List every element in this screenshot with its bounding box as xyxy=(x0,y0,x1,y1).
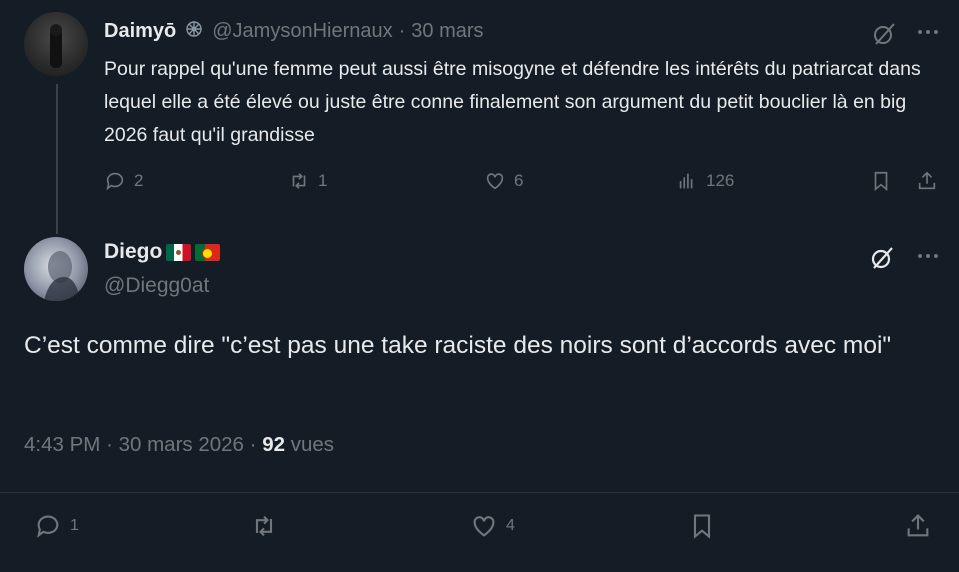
like-button[interactable]: 4 xyxy=(470,512,515,540)
quoted-tweet-text: Pour rappel qu'une femme peut aussi être… xyxy=(104,58,921,146)
author-name[interactable]: Daimyō xyxy=(104,20,176,43)
author-handle[interactable]: @Diegg0at xyxy=(104,274,209,298)
retweet-icon xyxy=(292,173,306,189)
reply-button[interactable]: 2 xyxy=(104,170,143,192)
heart-icon xyxy=(486,173,504,190)
tweet-time[interactable]: 4:43 PM xyxy=(24,433,100,456)
main-author-row: Diego xyxy=(104,240,221,264)
share-button[interactable] xyxy=(904,512,932,540)
reply-icon xyxy=(37,515,59,538)
retweet-button[interactable]: 1 xyxy=(288,170,327,192)
bookmark-icon xyxy=(874,171,888,192)
separator: · xyxy=(249,433,257,456)
badge-icon xyxy=(184,19,204,44)
tweet-metadata: 4:43 PM · 30 mars 2026 · 92 vues xyxy=(24,433,334,457)
tweet-date[interactable]: 30 mars xyxy=(411,20,483,43)
views-count: 126 xyxy=(706,171,735,190)
like-button[interactable]: 6 xyxy=(484,170,523,192)
portugal-flag-icon xyxy=(195,243,221,261)
views-button[interactable]: 126 xyxy=(676,170,734,192)
tweet-thread: Daimyō @JamysonHiernaux · 30 mars Pour r… xyxy=(0,0,959,572)
like-count: 4 xyxy=(506,517,515,534)
bookmark-icon xyxy=(693,514,711,539)
reply-count: 1 xyxy=(70,517,79,534)
quoted-tweet-actions: 2 1 6 126 xyxy=(104,170,944,200)
grok-icon[interactable] xyxy=(870,20,898,53)
share-icon xyxy=(918,171,936,190)
separator: · xyxy=(106,433,113,456)
share-button[interactable] xyxy=(916,170,938,192)
like-count: 6 xyxy=(514,171,524,190)
author-handle[interactable]: @JamysonHiernaux xyxy=(212,20,392,43)
analytics-icon xyxy=(679,173,693,189)
thread-connector-line xyxy=(56,84,58,234)
tweet-date[interactable]: 30 mars 2026 xyxy=(119,433,244,456)
views-label: vues xyxy=(290,433,335,456)
main-tweet-text: C’est comme dire "c’est pas une take rac… xyxy=(24,332,892,359)
separator: · xyxy=(398,20,406,42)
quoted-tweet-header: Daimyō @JamysonHiernaux · 30 mars xyxy=(104,19,484,44)
author-name[interactable]: Diego xyxy=(104,240,162,264)
grok-icon[interactable] xyxy=(868,244,896,277)
bookmark-button[interactable] xyxy=(870,170,892,192)
mexico-flag-icon xyxy=(166,243,192,261)
reply-icon xyxy=(106,172,124,191)
retweet-icon xyxy=(255,515,273,537)
avatar-figure-icon xyxy=(50,24,62,68)
main-tweet-actions: 1 4 xyxy=(0,512,959,552)
share-icon xyxy=(907,514,929,537)
retweet-count: 1 xyxy=(318,171,328,190)
more-options-icon[interactable] xyxy=(914,18,942,51)
divider xyxy=(0,492,959,493)
avatar[interactable] xyxy=(24,237,88,301)
views-count[interactable]: 92 xyxy=(262,433,285,456)
reply-count: 2 xyxy=(134,171,144,190)
avatar[interactable] xyxy=(24,12,88,76)
heart-icon xyxy=(473,516,495,537)
bookmark-button[interactable] xyxy=(688,512,716,540)
avatar-figure-icon xyxy=(44,251,80,301)
reply-button[interactable]: 1 xyxy=(34,512,79,540)
retweet-button[interactable] xyxy=(250,512,278,540)
more-options-icon[interactable] xyxy=(914,242,942,275)
